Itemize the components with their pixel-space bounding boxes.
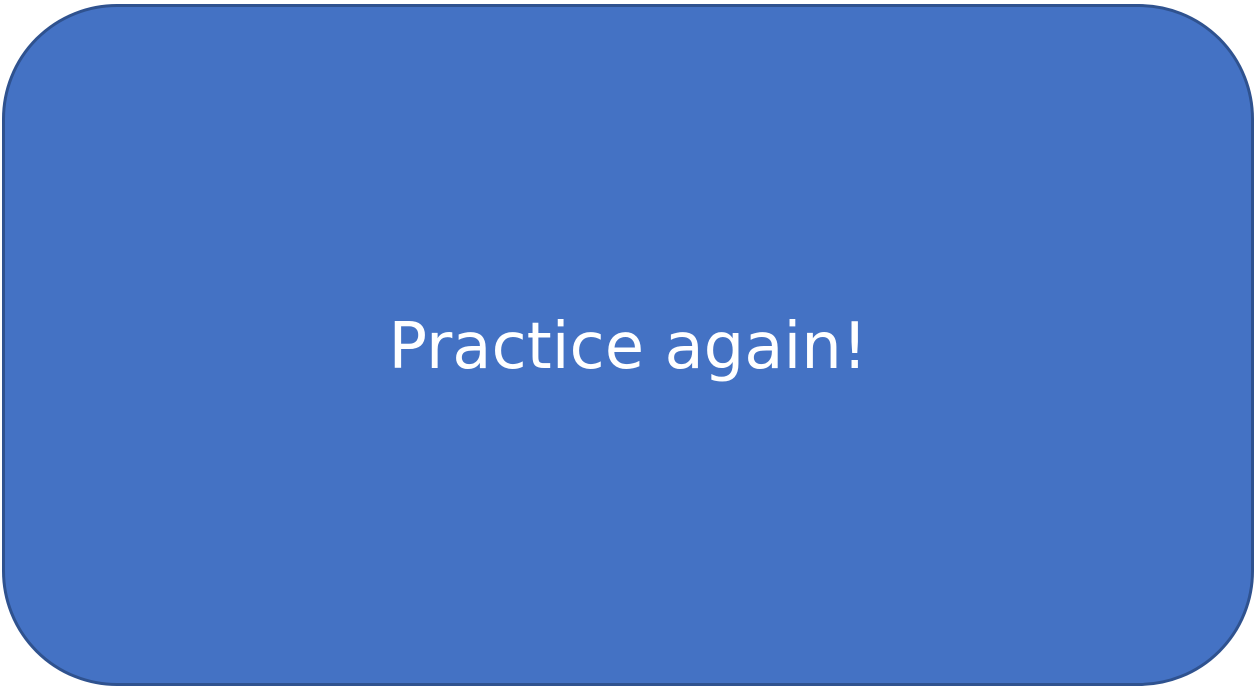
page-canvas: Practice again! (0, 0, 1260, 692)
practice-again-button[interactable]: Practice again! (2, 4, 1254, 686)
practice-again-label: Practice again! (388, 310, 868, 384)
